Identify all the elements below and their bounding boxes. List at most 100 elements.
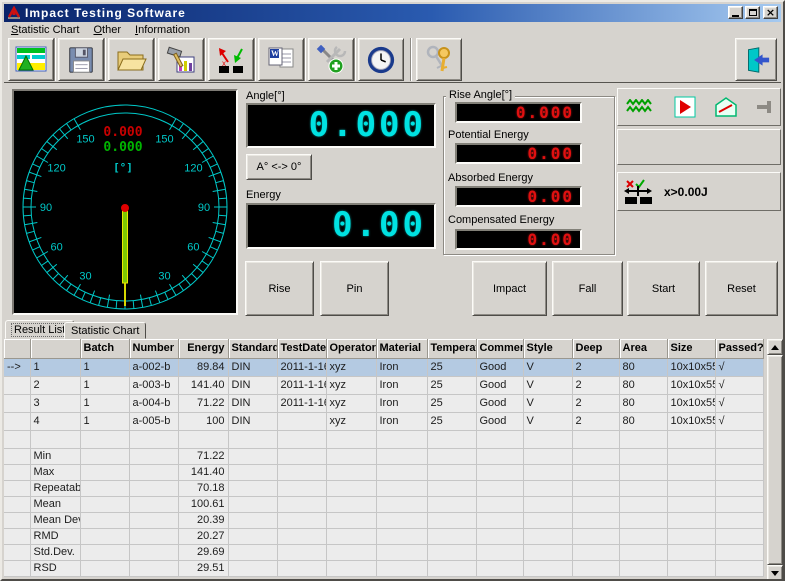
table-row[interactable]: Std.Dev.29.69 (4, 544, 763, 560)
column-header[interactable]: Temperat (427, 339, 476, 358)
table-cell: 2 (572, 376, 619, 394)
column-header[interactable]: Size (667, 339, 715, 358)
table-cell (4, 448, 30, 464)
compensated-energy-display: 0.00 (455, 229, 582, 250)
test-config-button[interactable] (158, 38, 204, 81)
absorbed-energy-display: 0.00 (455, 186, 582, 207)
toolbar-separator (410, 38, 412, 81)
table-row[interactable]: Mean Dev.20.39 (4, 512, 763, 528)
table-cell (4, 528, 30, 544)
start-button[interactable]: Start (627, 261, 700, 316)
table-row[interactable]: Repeatabili70.18 (4, 480, 763, 496)
table-cell: 2011-1-16 (277, 376, 326, 394)
table-cell: V (523, 412, 572, 430)
table-cell (476, 448, 523, 464)
table-cell (376, 448, 427, 464)
table-cell: 1 (80, 376, 129, 394)
table-cell: 2011-1-16 (277, 358, 326, 376)
column-header[interactable]: TestDate (277, 339, 326, 358)
column-header[interactable]: Batch (80, 339, 129, 358)
column-header[interactable]: Style (523, 339, 572, 358)
fall-button[interactable]: Fall (552, 261, 623, 316)
table-row[interactable]: Max141.40 (4, 464, 763, 480)
table-cell (572, 560, 619, 576)
minimize-button[interactable] (728, 6, 743, 19)
table-cell: 10x10x55 (667, 376, 715, 394)
table-cell (129, 430, 178, 448)
calibration-button[interactable]: x (208, 38, 254, 81)
rise-button[interactable]: Rise (245, 261, 314, 316)
impact-button[interactable]: Impact (472, 261, 547, 316)
column-header[interactable]: Deep (572, 339, 619, 358)
column-header[interactable]: Comment (476, 339, 523, 358)
menu-item-information[interactable]: Information (128, 23, 197, 37)
menu-item-other[interactable]: Other (86, 23, 128, 37)
column-header[interactable]: Operator (326, 339, 376, 358)
save-button[interactable] (58, 38, 104, 81)
column-header[interactable]: Standard (228, 339, 277, 358)
table-cell (523, 512, 572, 528)
column-header[interactable]: Passed? (715, 339, 763, 358)
exit-button[interactable] (735, 38, 777, 81)
table-row[interactable]: 21a-003-b141.40DIN2011-1-16xyzIron25Good… (4, 376, 763, 394)
table-cell (619, 560, 667, 576)
scroll-up-button[interactable] (767, 339, 783, 355)
column-header[interactable]: Energy (178, 339, 228, 358)
svg-text:120: 120 (184, 163, 202, 175)
table-cell (376, 464, 427, 480)
maximize-icon (749, 9, 757, 16)
envelope-icon[interactable] (714, 97, 738, 117)
scrollbar-thumb[interactable] (767, 355, 783, 565)
pin-button[interactable]: Pin (320, 261, 389, 316)
table-cell (326, 560, 376, 576)
table-row[interactable]: 31a-004-b71.22DIN2011-1-16xyzIron25GoodV… (4, 394, 763, 412)
table-cell: 2011-1-16 (277, 394, 326, 412)
angle-zero-toggle-button[interactable]: A° <-> 0° (246, 154, 312, 180)
table-cell: Min (30, 448, 80, 464)
tools-button[interactable] (308, 38, 354, 81)
column-header[interactable]: Material (376, 339, 427, 358)
table-cell (619, 464, 667, 480)
table-cell (523, 480, 572, 496)
table-row[interactable] (4, 430, 763, 448)
table-row[interactable]: Min71.22 (4, 448, 763, 464)
table-scrollbar[interactable] (767, 339, 783, 581)
table-cell: RMD (30, 528, 80, 544)
pin-icon[interactable] (756, 100, 772, 114)
table-cell (427, 544, 476, 560)
column-header[interactable] (4, 339, 30, 358)
clock-button[interactable] (358, 38, 404, 81)
word-report-button[interactable]: W (258, 38, 304, 81)
column-header[interactable] (30, 339, 80, 358)
menu-item-statistic-chart[interactable]: Statistic Chart (4, 23, 86, 37)
tab-statistic-chart[interactable]: Statistic Chart (64, 322, 146, 339)
table-cell (4, 464, 30, 480)
table-cell (715, 512, 763, 528)
maximize-button[interactable] (745, 6, 760, 19)
svg-text:0.000: 0.000 (103, 140, 142, 155)
table-row[interactable]: RMD20.27 (4, 528, 763, 544)
table-cell (715, 464, 763, 480)
scroll-down-button[interactable] (767, 565, 783, 581)
svg-text:150: 150 (155, 134, 173, 146)
column-header[interactable]: Number (129, 339, 178, 358)
table-cell (277, 430, 326, 448)
table-cell: 1 (80, 394, 129, 412)
table-cell: RSD (30, 560, 80, 576)
table-row[interactable]: RSD29.51 (4, 560, 763, 576)
reset-button[interactable]: Reset (705, 261, 778, 316)
table-cell: Good (476, 376, 523, 394)
column-header[interactable]: Area (619, 339, 667, 358)
table-row[interactable]: Mean100.61 (4, 496, 763, 512)
table-cell (4, 394, 30, 412)
table-cell: 100.61 (178, 496, 228, 512)
keys-button[interactable] (416, 38, 462, 81)
table-row[interactable]: 41a-005-b100DINxyzIron25GoodV28010x10x55… (4, 412, 763, 430)
statistic-chart-button[interactable] (8, 38, 54, 81)
table-cell (376, 528, 427, 544)
close-button[interactable]: × (763, 6, 778, 19)
play-icon[interactable] (674, 96, 696, 118)
table-row[interactable]: -->11a-002-b89.84DIN2011-1-16xyzIron25Go… (4, 358, 763, 376)
open-button[interactable] (108, 38, 154, 81)
svg-text:x: x (222, 59, 226, 68)
